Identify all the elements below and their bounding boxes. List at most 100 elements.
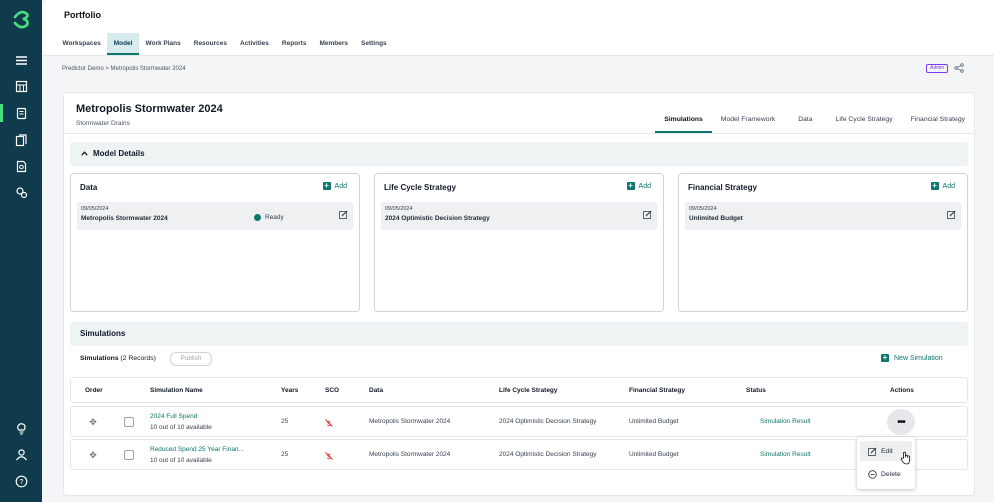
financial-item: 09/05/2024 Unlimited Budget (685, 202, 961, 230)
records-count: (2 Records) (120, 355, 156, 362)
model-tab-lifecycle[interactable]: Life Cycle Strategy (827, 109, 902, 133)
new-simulation-button[interactable]: + New Simulation (881, 354, 943, 362)
lifecycle-item: 09/05/2024 2024 Optimistic Decision Stra… (381, 202, 657, 230)
records-label: Simulations (2 Records) (80, 355, 156, 362)
add-data-button[interactable]: + Add (322, 181, 347, 190)
records-title: Simulations (80, 355, 119, 362)
portfolio-icon[interactable] (0, 77, 42, 95)
edit-icon[interactable] (947, 210, 956, 219)
tab-settings[interactable]: Settings (355, 33, 394, 55)
menu-icon[interactable] (0, 51, 42, 69)
simulation-availability: 10 out of 10 available (150, 424, 212, 431)
tab-activities[interactable]: Activities (234, 33, 276, 55)
model-tab-simulations[interactable]: Simulations (655, 109, 712, 133)
plus-icon: + (881, 353, 889, 362)
add-label: Add (638, 182, 651, 190)
lightbulb-icon[interactable] (0, 419, 42, 437)
col-status[interactable]: Status (746, 387, 766, 394)
help-icon[interactable]: ? (0, 472, 42, 490)
remove-circle-icon (868, 469, 877, 479)
col-sco[interactable]: SCO (325, 387, 339, 394)
more-actions-button[interactable]: ••• (887, 409, 915, 435)
row-checkbox[interactable] (124, 450, 134, 460)
settings-group-icon[interactable] (0, 183, 42, 201)
model-details-title: Model Details (93, 149, 145, 158)
simulation-result-link[interactable]: Simulation Result (760, 418, 811, 425)
status-text: Ready (265, 214, 284, 221)
tab-model[interactable]: Model (107, 33, 139, 55)
financial-panel: Financial Strategy + Add 09/05/2024 Unli… (678, 173, 968, 312)
drag-handle-icon[interactable]: ✥ (88, 450, 98, 460)
financial-panel-title: Financial Strategy (688, 183, 757, 192)
chevron-up-icon (81, 151, 88, 156)
new-simulation-label: New Simulation (894, 354, 943, 362)
add-lifecycle-button[interactable]: + Add (626, 181, 651, 190)
publish-button[interactable]: Publish (170, 352, 212, 366)
simulations-header: Simulations (70, 322, 968, 346)
role-badge: Admin (926, 64, 949, 73)
table-row[interactable]: ✥ 2024 Full Spend 10 out of 10 available… (70, 406, 968, 437)
item-date: 09/05/2024 (385, 206, 413, 212)
simulation-name-link[interactable]: 2024 Full Spend (150, 413, 197, 420)
model-icon[interactable] (0, 104, 42, 122)
model-card: Metropolis Stormwater 2024 Stormwater Dr… (63, 92, 975, 496)
plus-icon: + (322, 181, 331, 190)
years-cell: 25 (281, 451, 289, 458)
item-name: Unlimited Budget (689, 215, 743, 222)
row-checkbox[interactable] (124, 417, 134, 427)
report-icon[interactable] (0, 157, 42, 175)
col-actions: Actions (890, 387, 914, 394)
lifecycle-panel-title: Life Cycle Strategy (384, 183, 457, 192)
status-dot (254, 214, 261, 221)
tab-members[interactable]: Members (313, 33, 355, 55)
lifecycle-cell: 2024 Optimistic Decision Strategy (499, 451, 597, 458)
add-label: Add (334, 182, 347, 190)
top-header: Portfolio Workspaces Model Work Plans Re… (42, 0, 994, 56)
col-data[interactable]: Data (369, 387, 383, 394)
data-panel: Data + Add 09/05/2024 Metropolis Stormwa… (70, 173, 360, 312)
tab-workspaces[interactable]: Workspaces (56, 33, 107, 55)
lifecycle-cell: 2024 Optimistic Decision Strategy (499, 418, 597, 425)
app-logo-icon[interactable] (11, 8, 31, 30)
simulations-title: Simulations (80, 329, 126, 338)
drag-handle-icon[interactable]: ✥ (88, 417, 98, 427)
documents-icon[interactable] (0, 131, 42, 149)
model-subtitle: Stormwater Drains (76, 120, 130, 127)
tab-reports[interactable]: Reports (275, 33, 313, 55)
model-tabs: Simulations Model Framework Data Life Cy… (655, 109, 974, 133)
col-life-cycle[interactable]: Life Cycle Strategy (499, 387, 558, 394)
add-financial-button[interactable]: + Add (930, 182, 955, 190)
model-tab-framework[interactable]: Model Framework (712, 109, 784, 133)
data-cell: Metropolis Stormwater 2024 (369, 418, 451, 425)
item-date: 09/05/2024 (81, 206, 109, 212)
col-financial[interactable]: Financial Strategy (629, 387, 685, 394)
breadcrumb[interactable]: Predictor Demo > Metropolis Stormwater 2… (62, 66, 186, 72)
simulation-result-link[interactable]: Simulation Result (760, 451, 811, 458)
col-order[interactable]: Order (85, 387, 103, 394)
col-years[interactable]: Years (281, 387, 298, 394)
divider (64, 133, 974, 134)
svg-text:?: ? (19, 479, 23, 486)
delete-menu-item[interactable]: Delete (860, 464, 912, 484)
data-panel-title: Data (80, 183, 98, 192)
share-icon[interactable] (954, 63, 964, 73)
tab-work-plans[interactable]: Work Plans (139, 33, 187, 55)
data-item: 09/05/2024 Metropolis Stormwater 2024 Re… (77, 202, 353, 230)
model-title: Metropolis Stormwater 2024 (76, 103, 223, 115)
col-simulation-name[interactable]: Simulation Name (150, 387, 203, 394)
item-date: 09/05/2024 (689, 206, 717, 212)
model-details-header[interactable]: Model Details (70, 142, 968, 166)
tab-resources[interactable]: Resources (187, 33, 233, 55)
model-tab-financial[interactable]: Financial Strategy (902, 109, 974, 133)
edit-icon[interactable] (643, 210, 652, 219)
edit-icon[interactable] (339, 210, 348, 219)
table-header: Order Simulation Name Years SCO Data Lif… (70, 377, 968, 403)
app-title: Portfolio (64, 10, 101, 20)
user-icon[interactable] (0, 445, 42, 463)
model-tab-data[interactable]: Data (784, 109, 826, 133)
table-row[interactable]: ✥ Reduced Spend 25 Year Finan... 10 out … (70, 439, 968, 470)
plus-icon: + (626, 181, 635, 190)
main-area: Portfolio Workspaces Model Work Plans Re… (42, 0, 994, 502)
simulation-name-link[interactable]: Reduced Spend 25 Year Finan... (150, 446, 244, 453)
lifecycle-panel: Life Cycle Strategy + Add 09/05/2024 202… (374, 173, 664, 312)
